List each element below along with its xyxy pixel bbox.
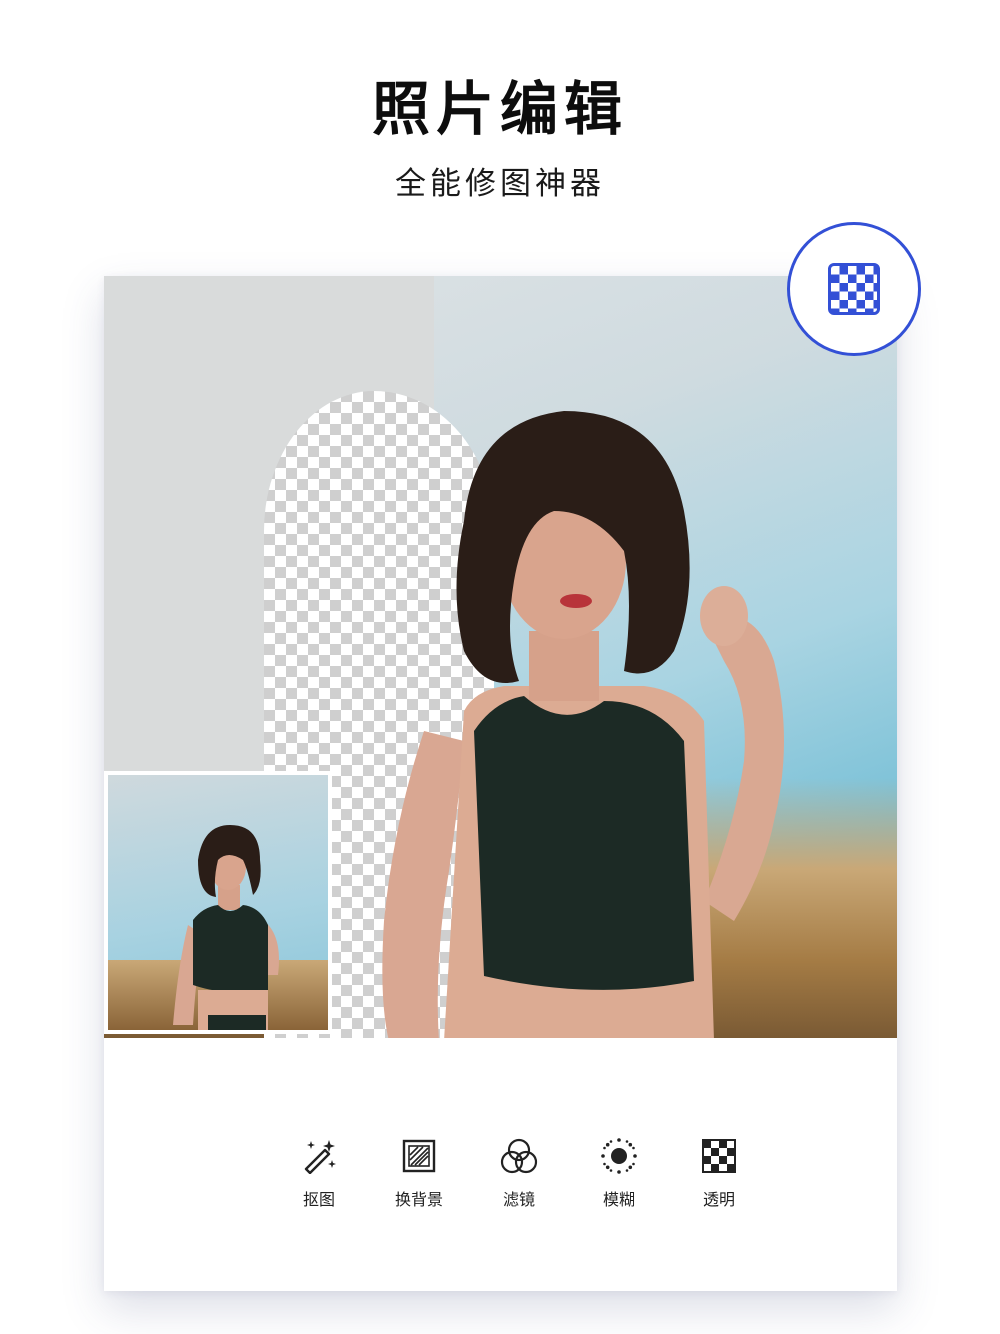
magic-wand-icon	[299, 1136, 339, 1176]
transparency-grid-icon	[699, 1136, 739, 1176]
background-swap-icon	[399, 1136, 439, 1176]
tool-label: 模糊	[602, 1190, 635, 1209]
page-title: 照片编辑	[371, 75, 628, 143]
thumbnail-subject	[173, 825, 279, 1030]
tool-transparent[interactable]: 透明	[684, 1136, 754, 1226]
checkerboard-icon	[828, 263, 880, 315]
tool-label: 透明	[702, 1190, 735, 1209]
filter-circles-icon	[499, 1136, 539, 1176]
original-photo-thumbnail[interactable]	[104, 771, 332, 1034]
portrait-subject	[382, 411, 784, 1038]
tool-label: 换背景	[394, 1190, 443, 1209]
tool-label: 抠图	[302, 1190, 335, 1209]
tool-blur[interactable]: 模糊	[584, 1136, 654, 1226]
editor-card: 抠图 换背景 滤镜 模糊 透明	[104, 276, 897, 1291]
tool-filter[interactable]: 滤镜	[484, 1136, 554, 1226]
photo-preview[interactable]	[104, 276, 897, 1038]
tool-change-background[interactable]: 换背景	[384, 1136, 454, 1226]
tool-label: 滤镜	[502, 1190, 535, 1209]
tool-cutout[interactable]: 抠图	[284, 1136, 354, 1226]
page-subtitle: 全能修图神器	[395, 166, 605, 202]
blur-dot-icon	[599, 1136, 639, 1176]
edit-toolbar: 抠图 换背景 滤镜 模糊 透明	[284, 1136, 754, 1226]
transparent-mode-button[interactable]	[787, 222, 921, 356]
